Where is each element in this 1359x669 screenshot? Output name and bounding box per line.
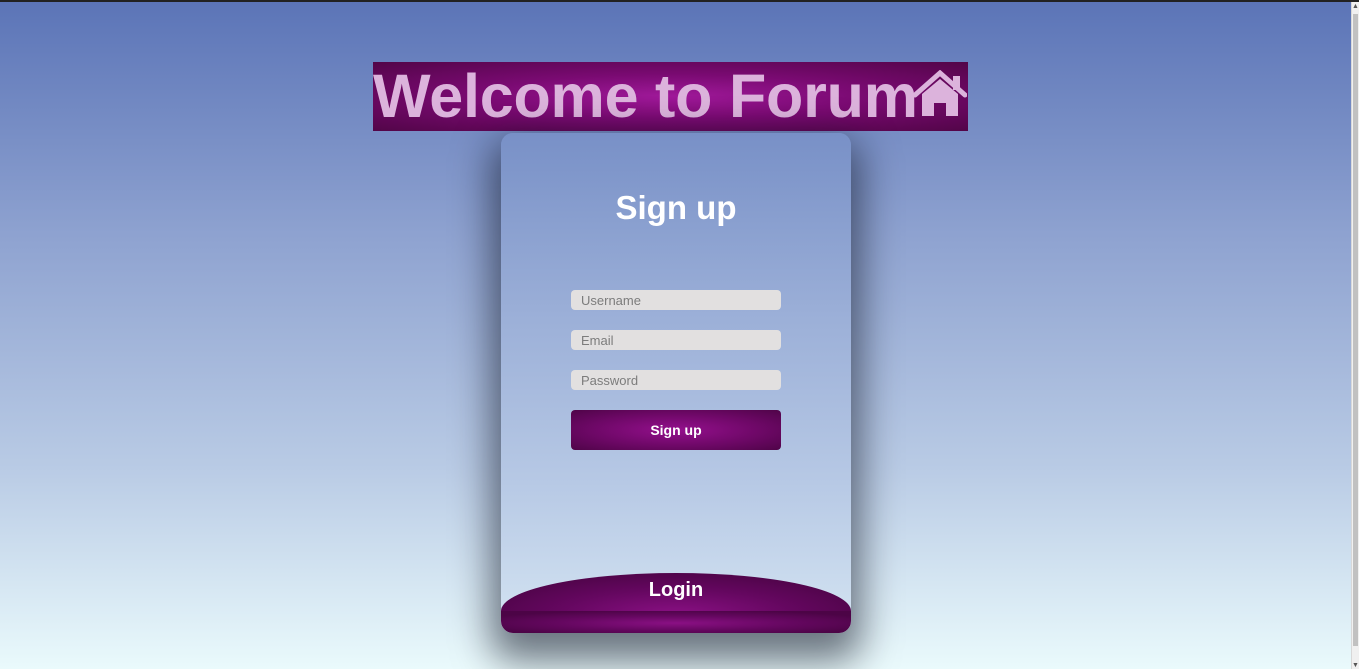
password-input[interactable] bbox=[571, 370, 781, 390]
username-input[interactable] bbox=[571, 290, 781, 310]
home-icon[interactable] bbox=[913, 70, 967, 118]
signup-card: Sign up Sign up Login bbox=[501, 133, 851, 633]
form-title: Sign up bbox=[615, 189, 737, 226]
header-banner: Welcome to Forum bbox=[373, 62, 968, 131]
login-label: Login bbox=[648, 579, 704, 601]
scrollbar-thumb[interactable] bbox=[1353, 14, 1358, 646]
page-title: Welcome to Forum bbox=[373, 62, 918, 130]
scroll-up-arrow-icon[interactable]: ▲ bbox=[1352, 2, 1359, 12]
email-input[interactable] bbox=[571, 330, 781, 350]
login-toggle[interactable]: Login bbox=[501, 573, 851, 633]
signup-button[interactable]: Sign up bbox=[571, 410, 781, 450]
scroll-down-arrow-icon[interactable]: ▼ bbox=[1352, 661, 1359, 669]
page-scrollbar[interactable]: ▲ ▼ bbox=[1351, 2, 1359, 669]
